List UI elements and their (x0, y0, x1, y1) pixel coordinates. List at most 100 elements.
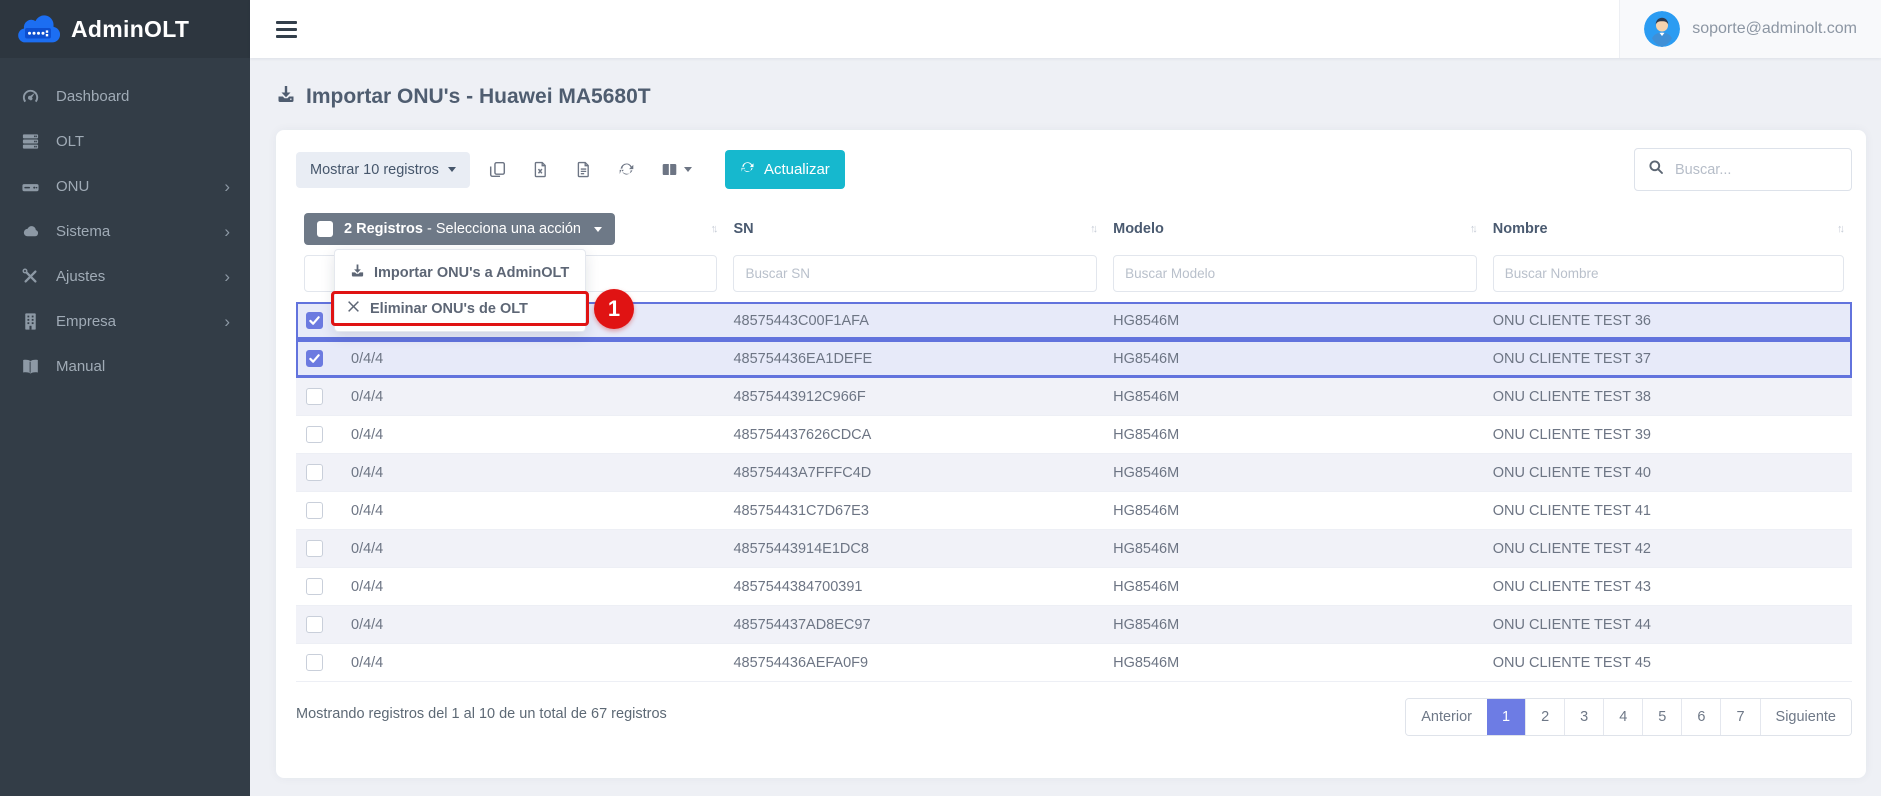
sidebar-item-dashboard[interactable]: Dashboard (0, 74, 250, 119)
pagination: Anterior 1234567 Siguiente (1405, 698, 1852, 736)
refresh-icon (740, 160, 755, 179)
sidebar-item-empresa[interactable]: Empresa › (0, 299, 250, 344)
row-checkbox[interactable] (306, 350, 323, 367)
pagination-page-1[interactable]: 1 (1487, 699, 1525, 735)
row-name: ONU CLIENTE TEST 37 (1485, 351, 1852, 367)
table-row[interactable]: 0/4/4 48575443A7FFFC4D HG8546M ONU CLIEN… (296, 454, 1852, 492)
row-checkbox[interactable] (306, 654, 323, 671)
row-name: ONU CLIENTE TEST 38 (1485, 389, 1852, 405)
sidebar-item-manual[interactable]: Manual (0, 344, 250, 389)
row-checkbox[interactable] (306, 540, 323, 557)
row-sn: 4857544384700391 (725, 579, 1105, 595)
user-email: soporte@adminolt.com (1692, 20, 1857, 38)
pagination-page-4[interactable]: 4 (1603, 699, 1642, 735)
row-sn: 485754436AEFA0F9 (725, 655, 1105, 671)
sort-icon: ↑↓ (1837, 223, 1844, 235)
onu-table: 2 Registros - Selecciona una acción ↑↓ (296, 207, 1852, 682)
table-header-sn[interactable]: SN↑↓ (725, 215, 1105, 243)
row-checkbox[interactable] (306, 388, 323, 405)
row-port: 0/4/4 (351, 579, 383, 595)
excel-export-button[interactable] (523, 155, 558, 184)
bulk-action-dropdown-button[interactable]: 2 Registros - Selecciona una acción (304, 213, 615, 245)
row-checkbox[interactable] (306, 502, 323, 519)
brand[interactable]: AdminOLT (0, 0, 250, 58)
table-row[interactable]: 0/4/4 485754437AD8EC97 HG8546M ONU CLIEN… (296, 606, 1852, 644)
sidebar-item-ajustes[interactable]: Ajustes › (0, 254, 250, 299)
table-row[interactable]: 0/4/4 485754436EA1DEFE HG8546M ONU CLIEN… (296, 340, 1852, 378)
row-checkbox[interactable] (306, 312, 323, 329)
download-icon (350, 263, 365, 282)
chevron-down-icon (448, 167, 456, 172)
row-name: ONU CLIENTE TEST 36 (1485, 313, 1852, 329)
row-checkbox[interactable] (306, 464, 323, 481)
table-row[interactable]: 0/4/4 4857544384700391 HG8546M ONU CLIEN… (296, 568, 1852, 606)
sidebar-item-sistema[interactable]: Sistema › (0, 209, 250, 254)
search-input[interactable] (1675, 162, 1838, 178)
sort-icon: ↑↓ (710, 223, 717, 235)
refresh-button[interactable] (609, 155, 644, 184)
filter-input-nombre[interactable] (1493, 255, 1844, 292)
excel-export-icon (532, 161, 549, 178)
copy-button[interactable] (480, 155, 515, 184)
page-length-select[interactable]: Mostrar 10 registros (296, 152, 470, 188)
actualizar-button[interactable]: Actualizar (725, 150, 845, 189)
row-checkbox[interactable] (306, 426, 323, 443)
pagination-page-5[interactable]: 5 (1642, 699, 1681, 735)
company-building-icon (20, 311, 41, 332)
row-model: HG8546M (1105, 313, 1485, 329)
columns-visibility-button[interactable] (652, 155, 701, 184)
table-body: 0/4/4 48575443C00F1AFA HG8546M ONU CLIEN… (296, 302, 1852, 682)
records-summary: Mostrando registros del 1 al 10 de un to… (296, 698, 667, 722)
chevron-right-icon: › (224, 313, 230, 330)
pagination-page-2[interactable]: 2 (1525, 699, 1564, 735)
table-row[interactable]: 0/4/4 485754431C7D67E3 HG8546M ONU CLIEN… (296, 492, 1852, 530)
row-name: ONU CLIENTE TEST 45 (1485, 655, 1852, 671)
dashboard-gauge-icon (20, 86, 41, 107)
content-area: Importar ONU's - Huawei MA5680T Mostrar … (250, 58, 1881, 796)
pagination-page-7[interactable]: 7 (1720, 699, 1759, 735)
row-model: HG8546M (1105, 617, 1485, 633)
row-port: 0/4/4 (351, 389, 383, 405)
menu-item-importar-onus[interactable]: Importar ONU's a AdminOLT (335, 255, 585, 290)
download-icon (276, 84, 296, 110)
menu-item-eliminar-onus[interactable]: Eliminar ONU's de OLT 1 (331, 291, 589, 326)
select-all-checkbox[interactable] (317, 221, 333, 237)
user-avatar-icon (1644, 11, 1680, 47)
row-model: HG8546M (1105, 579, 1485, 595)
page-title: Importar ONU's - Huawei MA5680T (276, 84, 1866, 110)
row-port: 0/4/4 (351, 351, 383, 367)
row-checkbox[interactable] (306, 578, 323, 595)
table-header-row: 2 Registros - Selecciona una acción ↑↓ (296, 207, 1852, 251)
filter-input-sn[interactable] (733, 255, 1097, 292)
file-export-button[interactable] (566, 155, 601, 184)
app-window: AdminOLT Dashboard OLT ONU › Sistema › A… (0, 0, 1881, 796)
row-checkbox[interactable] (306, 616, 323, 633)
chevron-right-icon: › (224, 178, 230, 195)
row-model: HG8546M (1105, 427, 1485, 443)
sidebar-item-onu[interactable]: ONU › (0, 164, 250, 209)
pagination-page-6[interactable]: 6 (1681, 699, 1720, 735)
row-port: 0/4/4 (351, 655, 383, 671)
sidebar-item-olt[interactable]: OLT (0, 119, 250, 164)
row-model: HG8546M (1105, 503, 1485, 519)
table-row[interactable]: 0/4/4 485754436AEFA0F9 HG8546M ONU CLIEN… (296, 644, 1852, 682)
row-model: HG8546M (1105, 465, 1485, 481)
manual-book-icon (20, 356, 41, 377)
hamburger-menu-icon[interactable] (250, 7, 323, 52)
row-name: ONU CLIENTE TEST 41 (1485, 503, 1852, 519)
pagination-page-3[interactable]: 3 (1564, 699, 1603, 735)
table-row[interactable]: 0/4/4 48575443912C966F HG8546M ONU CLIEN… (296, 378, 1852, 416)
user-menu[interactable]: soporte@adminolt.com (1619, 0, 1881, 58)
table-row[interactable]: 0/4/4 485754437626CDCA HG8546M ONU CLIEN… (296, 416, 1852, 454)
sort-icon: ↑↓ (1470, 223, 1477, 235)
table-row[interactable]: 0/4/4 48575443914E1DC8 HG8546M ONU CLIEN… (296, 530, 1852, 568)
search-box (1634, 148, 1852, 191)
settings-tools-icon (20, 266, 41, 287)
pagination-prev-button[interactable]: Anterior (1406, 699, 1487, 735)
columns-visibility-icon (661, 161, 678, 178)
row-name: ONU CLIENTE TEST 43 (1485, 579, 1852, 595)
filter-input-modelo[interactable] (1113, 255, 1477, 292)
table-header-modelo[interactable]: Modelo↑↓ (1105, 215, 1485, 243)
pagination-next-button[interactable]: Siguiente (1760, 699, 1851, 735)
table-header-nombre[interactable]: Nombre↑↓ (1485, 215, 1852, 243)
